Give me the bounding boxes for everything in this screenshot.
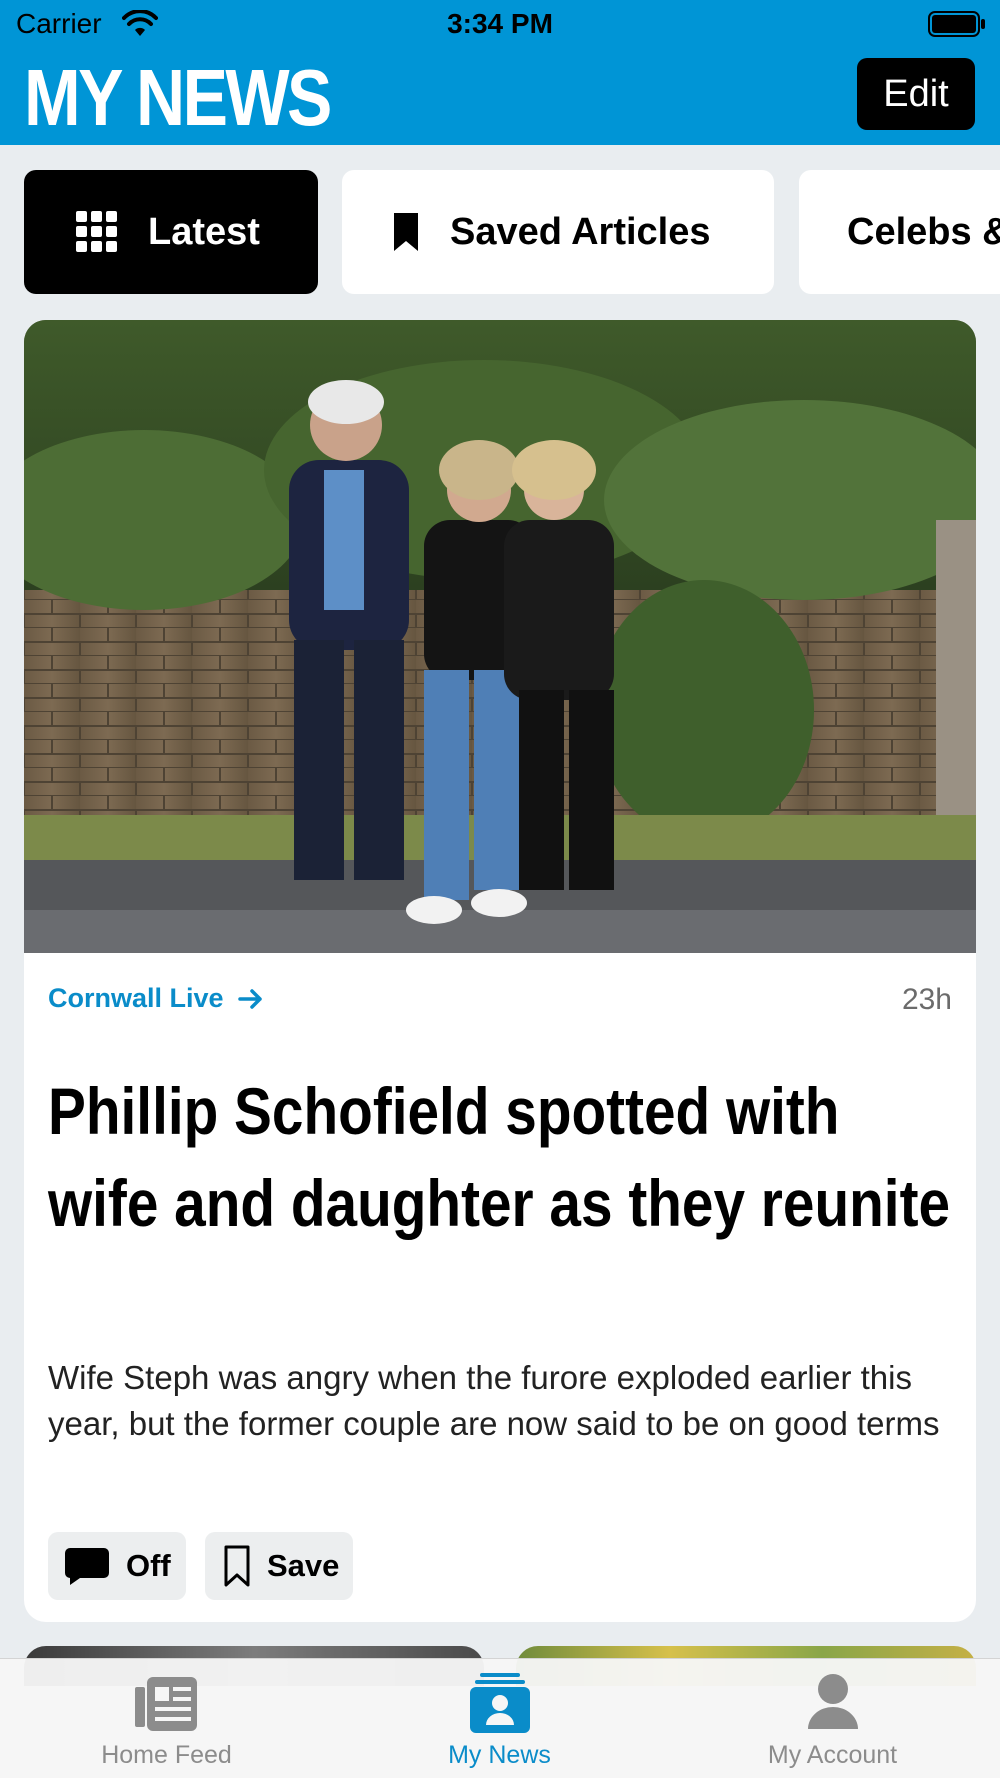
- home-feed-icon: [134, 1673, 199, 1738]
- article-timestamp: 23h: [901, 983, 952, 1016]
- my-news-icon: [469, 1673, 530, 1740]
- tab-label: Latest: [148, 210, 260, 253]
- grid-icon: [76, 211, 118, 253]
- comment-icon: [64, 1546, 110, 1586]
- tabbar-my-account[interactable]: My Account: [666, 1659, 999, 1778]
- article-card[interactable]: Cornwall Live 23h Phillip Schofield spot…: [24, 320, 976, 1622]
- page-title: MY NEWS: [24, 53, 332, 142]
- arrow-right-icon: [237, 988, 262, 1009]
- edit-button[interactable]: Edit: [857, 58, 975, 130]
- tab-celebs[interactable]: Celebs &: [799, 170, 1000, 294]
- save-button[interactable]: Save: [205, 1532, 353, 1600]
- tabbar-label: My Account: [767, 1741, 898, 1769]
- tabbar-my-news[interactable]: My News: [333, 1659, 666, 1778]
- tab-saved-articles[interactable]: Saved Articles: [342, 170, 774, 294]
- bookmark-outline-icon: [223, 1544, 251, 1588]
- tabbar-label: My News: [448, 1741, 551, 1769]
- bookmark-icon: [392, 211, 420, 253]
- article-headline[interactable]: Phillip Schofield spotted with wife and …: [48, 1065, 951, 1249]
- status-bar: Carrier 3:34 PM: [0, 0, 1000, 50]
- tab-label: Saved Articles: [450, 210, 711, 253]
- save-label: Save: [267, 1548, 340, 1583]
- article-meta: Cornwall Live 23h: [48, 983, 952, 1019]
- comments-label: Off: [126, 1548, 171, 1583]
- source-link[interactable]: Cornwall Live: [48, 983, 264, 1014]
- tab-latest[interactable]: Latest: [24, 170, 318, 294]
- source-name: Cornwall Live: [48, 983, 224, 1013]
- comments-button[interactable]: Off: [48, 1532, 186, 1600]
- topic-tabs: Latest Saved Articles Celebs &: [0, 145, 1000, 305]
- article-summary: Wife Steph was angry when the furore exp…: [48, 1359, 940, 1442]
- tabbar-home-feed[interactable]: Home Feed: [0, 1659, 333, 1778]
- tabbar-label: Home Feed: [101, 1741, 232, 1769]
- account-icon: [806, 1673, 860, 1736]
- tab-label: Celebs &: [847, 210, 1000, 253]
- battery-icon: [928, 11, 985, 37]
- bottom-tab-bar: Home Feed My News My Account: [0, 1658, 1000, 1778]
- app-header: Carrier 3:34 PM MY NEWS Edit: [0, 0, 1000, 145]
- article-image[interactable]: [24, 320, 976, 953]
- status-time: 3:34 PM: [447, 8, 553, 39]
